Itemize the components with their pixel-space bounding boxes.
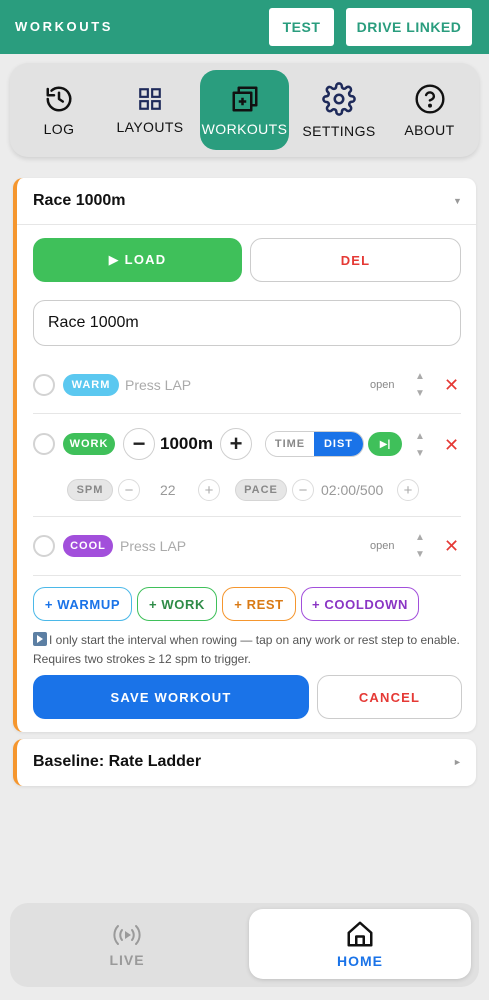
nav-item-settings[interactable]: SETTINGS [298, 63, 380, 157]
reorder-arrows-icon[interactable]: ▲ ▼ [413, 368, 427, 402]
add-work-button[interactable]: + WORK [137, 587, 217, 621]
nav-item-layouts[interactable]: LAYOUTS [110, 63, 190, 157]
nav-label-about: ABOUT [404, 121, 455, 138]
add-rest-button[interactable]: + REST [222, 587, 296, 621]
test-button[interactable]: TEST [269, 8, 334, 46]
add-cooldown-button[interactable]: + COOLDOWN [301, 587, 419, 621]
bottom-nav-live-label: LIVE [109, 952, 145, 968]
cool-mode-label: open [370, 540, 395, 552]
bottom-nav-home-label: HOME [337, 953, 383, 969]
load-button[interactable]: ▶ LOAD [33, 238, 242, 282]
save-workout-button[interactable]: SAVE WORKOUT [33, 675, 309, 719]
nav-label-log: LOG [43, 120, 75, 137]
expand-caret-icon[interactable]: ► [453, 757, 462, 767]
nav-label-layouts: LAYOUTS [116, 118, 184, 135]
divider [17, 224, 476, 225]
step-select-radio[interactable] [33, 535, 55, 557]
distance-decrement-button[interactable]: − [123, 428, 155, 460]
reorder-arrows-icon[interactable]: ▲ ▼ [413, 428, 427, 462]
divider [33, 413, 461, 414]
segment-dist[interactable]: DIST [314, 432, 363, 456]
cool-lap-placeholder: Press LAP [120, 538, 187, 554]
workout-card-collapsed[interactable]: Baseline: Rate Ladder ► [13, 739, 476, 786]
nav-item-about[interactable]: ABOUT [390, 63, 469, 157]
bottom-nav-live[interactable]: LIVE [10, 903, 244, 987]
divider [33, 575, 461, 576]
auto-start-toggle-button[interactable]: ▶| [368, 432, 402, 456]
divider [33, 516, 461, 517]
nav-label-settings: SETTINGS [302, 122, 376, 139]
warm-lap-placeholder: Press LAP [125, 377, 192, 393]
warm-tag: WARM [63, 374, 119, 396]
remove-step-icon[interactable]: ✕ [444, 375, 459, 396]
pace-increment-button[interactable]: + [397, 479, 419, 501]
top-nav: LOG LAYOUTS WORKOUTS SETTINGS ABOUT [10, 63, 479, 157]
step-select-radio[interactable] [33, 433, 55, 455]
cool-tag: COOL [63, 535, 113, 557]
workout-title[interactable]: Baseline: Rate Ladder [33, 753, 201, 771]
nav-item-log[interactable]: LOG [20, 63, 98, 157]
spm-decrement-button[interactable]: − [118, 479, 140, 501]
home-icon [347, 921, 373, 947]
bottom-nav-home[interactable]: HOME [249, 909, 471, 979]
pace-decrement-button[interactable]: − [292, 479, 314, 501]
workout-name-input[interactable] [33, 300, 461, 346]
work-distance-value[interactable]: 1000m [160, 434, 213, 454]
spm-increment-button[interactable]: + [198, 479, 220, 501]
drive-linked-button[interactable]: DRIVE LINKED [346, 8, 472, 46]
collapse-caret-icon[interactable]: ▼ [453, 196, 462, 206]
reorder-arrows-icon[interactable]: ▲ ▼ [413, 529, 427, 563]
segment-time[interactable]: TIME [266, 432, 314, 456]
step-select-radio[interactable] [33, 374, 55, 396]
spm-value[interactable]: 22 [160, 482, 176, 498]
add-warmup-button[interactable]: + WARMUP [33, 587, 132, 621]
stack-add-icon [232, 86, 257, 111]
history-icon [46, 86, 72, 111]
nav-label-workouts: WORKOUTS [201, 120, 288, 137]
gear-icon [322, 81, 356, 116]
remove-step-icon[interactable]: ✕ [444, 536, 459, 557]
auto-start-note-text: I only start the interval when rowing — … [33, 633, 460, 666]
app-header: WORKOUTS TEST DRIVE LINKED [0, 0, 489, 54]
app-title: WORKOUTS [15, 19, 114, 34]
help-icon [414, 83, 445, 114]
grid-icon [139, 87, 161, 110]
workout-title[interactable]: Race 1000m [33, 192, 126, 210]
remove-step-icon[interactable]: ✕ [444, 435, 459, 456]
workout-card-expanded: Race 1000m ▼ ▶ LOAD DEL WARM Press LAP o… [13, 178, 476, 732]
time-dist-toggle[interactable]: TIME DIST [265, 431, 364, 457]
pace-label: PACE [235, 479, 287, 501]
pace-value[interactable]: 02:00/500 [321, 482, 383, 498]
auto-start-note: I only start the interval when rowing — … [33, 631, 463, 669]
cancel-button[interactable]: CANCEL [317, 675, 462, 719]
live-broadcast-icon [113, 925, 141, 945]
work-tag: WORK [63, 433, 115, 455]
spm-label: SPM [67, 479, 113, 501]
distance-increment-button[interactable]: + [220, 428, 252, 460]
auto-start-icon [33, 632, 47, 646]
warm-mode-label: open [370, 379, 395, 391]
nav-item-workouts[interactable]: WORKOUTS [200, 70, 289, 150]
delete-button[interactable]: DEL [250, 238, 461, 282]
bottom-nav: LIVE HOME [10, 903, 479, 987]
